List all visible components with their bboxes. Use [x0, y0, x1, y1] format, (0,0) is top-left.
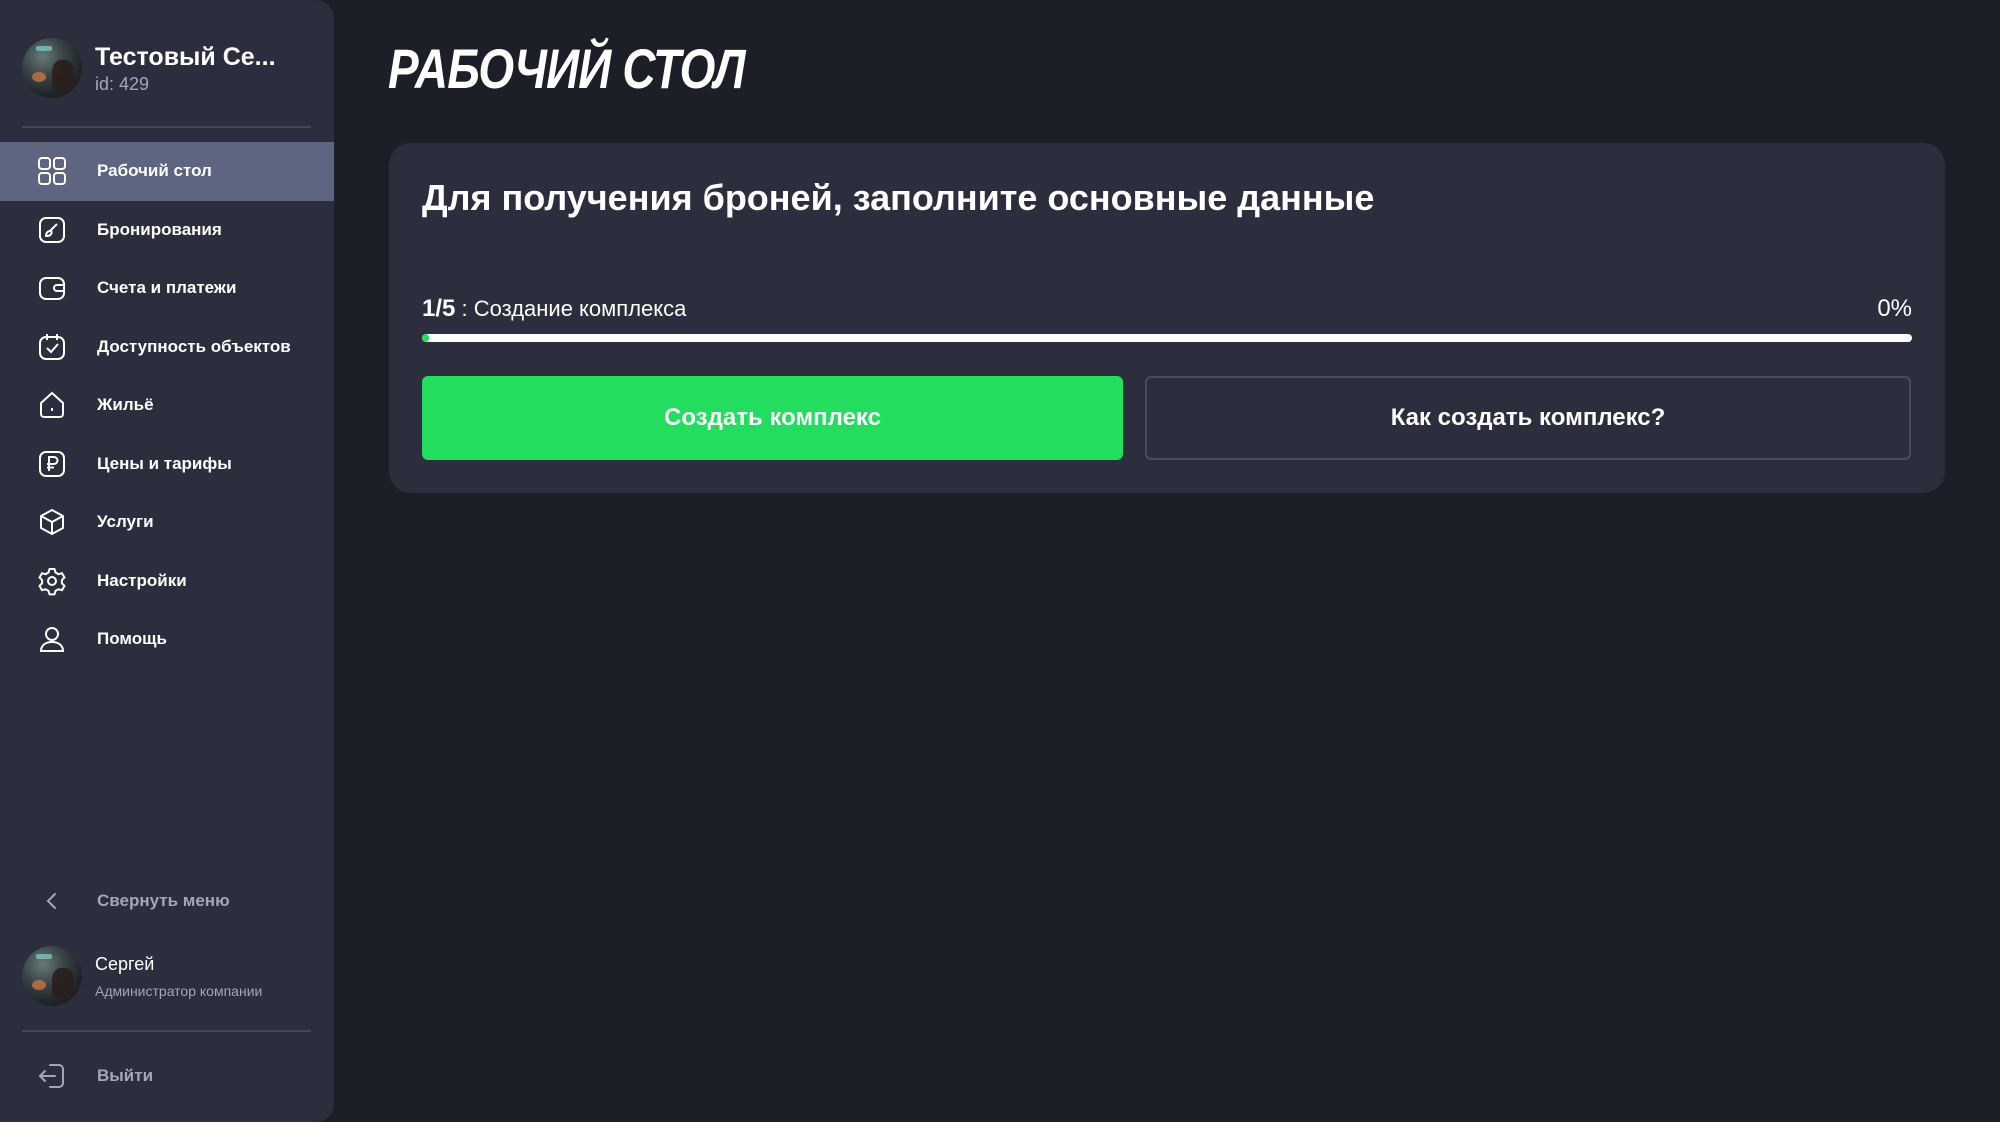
- progress-percent: 0%: [1877, 295, 1912, 322]
- sidebar-item-dashboard[interactable]: Рабочий стол: [0, 142, 334, 201]
- logout-label: Выйти: [97, 1066, 154, 1085]
- user-info: Сергей Администратор компании: [95, 954, 262, 999]
- company-name: Тестовый Се...: [95, 42, 276, 71]
- home-icon: [36, 389, 68, 421]
- page-title: Рабочий стол: [388, 37, 745, 100]
- sidebar-divider-top: [22, 126, 311, 128]
- progress-fill: [422, 334, 429, 342]
- user-role: Администратор компании: [95, 982, 263, 999]
- sidebar-item-label: Доступность объектов: [97, 336, 291, 356]
- chevron-left-icon: [36, 885, 68, 917]
- ruble-icon: [36, 448, 68, 480]
- sidebar-item-label: Услуги: [97, 512, 154, 532]
- sidebar-item-services[interactable]: Услуги: [0, 493, 334, 552]
- user-help-icon: [36, 623, 68, 655]
- box-icon: [36, 506, 68, 538]
- dashboard-grid-icon: [36, 155, 68, 187]
- sidebar-item-invoices[interactable]: Счета и платежи: [0, 259, 334, 318]
- sidebar-item-label: Настройки: [97, 570, 187, 590]
- company-avatar: [22, 38, 82, 98]
- logout-button[interactable]: Выйти: [0, 1048, 334, 1104]
- sidebar-item-label: Рабочий стол: [97, 161, 212, 181]
- sidebar-item-prices[interactable]: Цены и тарифы: [0, 435, 334, 494]
- sidebar-item-label: Жильё: [97, 395, 154, 415]
- company-id: id: 429: [95, 73, 150, 94]
- step-info: 1/5 : Создание комплекса: [422, 295, 686, 323]
- sidebar-item-label: Бронирования: [97, 219, 222, 239]
- user-avatar: [22, 946, 82, 1006]
- how-to-create-button[interactable]: Как создать комплекс?: [1145, 376, 1911, 460]
- sidebar-item-help[interactable]: Помощь: [0, 610, 334, 669]
- company-profile[interactable]: Тестовый Се... id: 429: [22, 38, 276, 98]
- sidebar-divider-bottom: [22, 1030, 311, 1032]
- calendar-check-icon: [36, 331, 68, 363]
- sidebar-item-label: Счета и платежи: [97, 278, 237, 298]
- gear-icon: [36, 565, 68, 597]
- user-name: Сергей: [95, 953, 155, 974]
- sidebar-item-housing[interactable]: Жильё: [0, 376, 334, 435]
- sidebar-item-label: Помощь: [97, 629, 167, 649]
- sidebar-item-settings[interactable]: Настройки: [0, 552, 334, 611]
- sidebar: Тестовый Се... id: 429 Рабочий стол Брон…: [0, 0, 334, 1122]
- company-info: Тестовый Се... id: 429: [95, 42, 276, 95]
- logout-icon: [36, 1060, 68, 1092]
- card-heading: Для получения броней, заполните основные…: [422, 177, 1375, 218]
- onboarding-card: Для получения броней, заполните основные…: [389, 143, 1945, 493]
- step-row: 1/5 : Создание комплекса 0%: [422, 295, 1912, 323]
- app-root: Тестовый Се... id: 429 Рабочий стол Брон…: [0, 0, 2000, 1122]
- user-profile[interactable]: Сергей Администратор компании: [22, 946, 262, 1006]
- step-separator: :: [455, 296, 474, 321]
- collapse-menu-label: Свернуть меню: [97, 891, 230, 910]
- step-name: Создание комплекса: [473, 296, 687, 321]
- sidebar-item-bookings[interactable]: Бронирования: [0, 201, 334, 260]
- sidebar-item-availability[interactable]: Доступность объектов: [0, 318, 334, 377]
- progress-bar: [422, 334, 1912, 342]
- sidebar-nav: Рабочий стол Бронирования Счета и платеж…: [0, 142, 334, 669]
- sidebar-item-label: Цены и тарифы: [97, 453, 232, 473]
- booking-brush-icon: [36, 214, 68, 246]
- collapse-menu-button[interactable]: Свернуть меню: [0, 873, 334, 929]
- create-complex-button[interactable]: Создать комплекс: [422, 376, 1123, 460]
- step-count: 1/5: [422, 295, 456, 322]
- wallet-icon: [36, 272, 68, 304]
